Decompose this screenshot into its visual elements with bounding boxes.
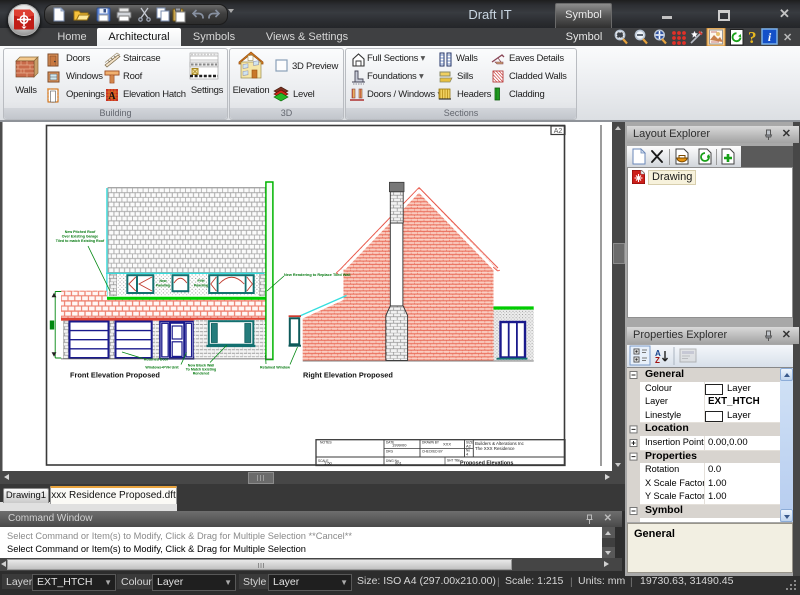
svg-text:Retained Door: Retained Door xyxy=(144,358,169,362)
svg-text:A2: A2 xyxy=(554,128,563,135)
svg-text:✕: ✕ xyxy=(783,32,792,44)
svg-text:The XXX Residence: The XXX Residence xyxy=(475,446,515,451)
svg-text:PVH: PVH xyxy=(198,279,206,283)
svg-text:SHT Title: SHT Title xyxy=(447,459,460,463)
svg-text:Z: Z xyxy=(655,356,660,365)
svg-text:Windows+PVH Unit: Windows+PVH Unit xyxy=(145,366,179,370)
svg-text:DRAWN BY: DRAWN BY xyxy=(422,441,440,445)
svg-text:DRG: DRG xyxy=(386,450,394,454)
svg-text:A: A xyxy=(108,91,116,102)
svg-text:1:50: 1:50 xyxy=(324,461,333,466)
svg-text:Tiled to match Existing Roof: Tiled to match Existing Roof xyxy=(56,239,105,243)
svg-text:Rendered: Rendered xyxy=(193,372,210,376)
svg-text:1999/00: 1999/00 xyxy=(392,443,407,448)
svg-text:Paneling: Paneling xyxy=(156,284,170,288)
svg-text:Front Elevation Proposed: Front Elevation Proposed xyxy=(70,371,160,380)
svg-text:XXX: XXX xyxy=(443,442,451,447)
svg-text:Right Elevation Proposed: Right Elevation Proposed xyxy=(303,371,393,380)
svg-text:Retained Window: Retained Window xyxy=(260,366,290,370)
svg-text:Paneling: Paneling xyxy=(194,284,208,288)
svg-text:New: New xyxy=(160,279,167,283)
svg-text:NOTES: NOTES xyxy=(320,441,332,445)
svg-text:CHECKED BY: CHECKED BY xyxy=(422,450,444,454)
svg-text:Over Existing Garage: Over Existing Garage xyxy=(62,235,99,239)
svg-text:?: ? xyxy=(748,28,757,46)
svg-text:Proposed Elevations: Proposed Elevations xyxy=(460,460,513,466)
svg-text:New Rendering to Replace Tile: New Rendering to Replace Tiled Wall xyxy=(284,273,350,277)
svg-text:001: 001 xyxy=(395,461,402,466)
svg-text:New Pitched Roof: New Pitched Roof xyxy=(65,230,96,234)
